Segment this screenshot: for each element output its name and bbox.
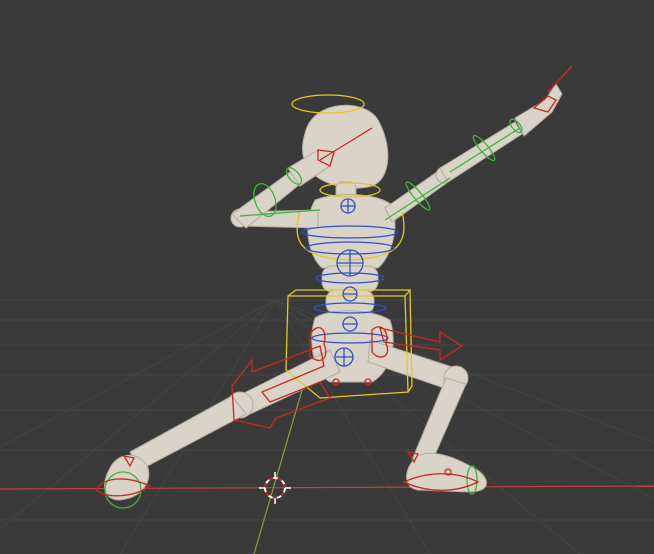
viewport-canvas[interactable] xyxy=(0,0,654,554)
hand-right-pointer[interactable] xyxy=(547,65,573,93)
shin-left xyxy=(129,395,247,471)
foot-left xyxy=(104,454,150,501)
character-mesh[interactable] xyxy=(104,83,563,501)
3d-viewport[interactable] xyxy=(0,0,654,554)
foot-right xyxy=(406,452,487,493)
